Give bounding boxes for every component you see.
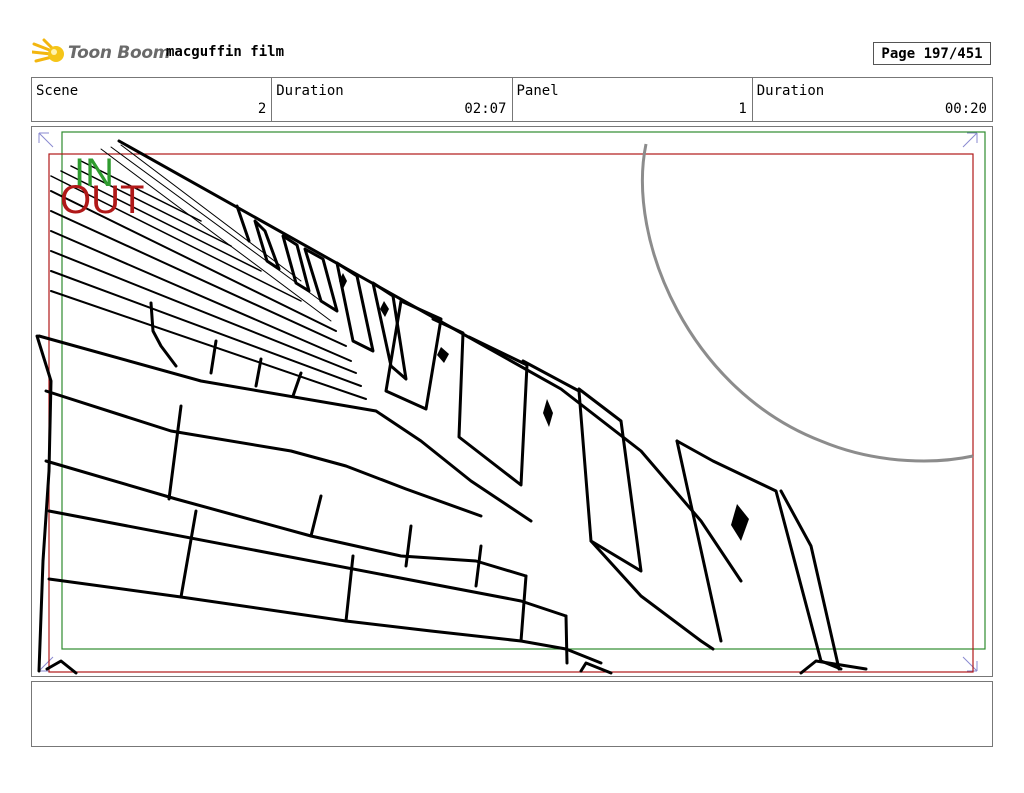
scene-duration-cell: Duration 02:07 (272, 78, 513, 121)
notes-box[interactable] (31, 681, 993, 747)
scene-label: Scene (36, 83, 79, 99)
page-indicator: Page 197/451 (873, 42, 991, 65)
panel-sketch: IN OUT (35, 131, 986, 675)
toon-boom-logo: Toon Boom (32, 37, 170, 69)
stair-sketch (35, 139, 868, 675)
scene-duration-value: 02:07 (464, 101, 507, 117)
project-title: macguffin film (166, 44, 285, 60)
in-frame (61, 131, 986, 650)
out-frame (48, 153, 974, 673)
panel-duration-label: Duration (756, 83, 825, 99)
panel-duration-value: 00:20 (944, 101, 987, 117)
info-bar: Scene 2 Duration 02:07 Panel 1 Duration … (31, 77, 993, 122)
panel-duration-cell: Duration 00:20 (753, 78, 992, 121)
corner-markers (38, 132, 978, 672)
scene-duration-label: Duration (276, 83, 344, 99)
panel-label: Panel (516, 83, 559, 99)
diamond-marks (339, 273, 749, 541)
starburst-logo-icon (32, 38, 64, 63)
brand-name: Toon Boom (68, 43, 171, 63)
scene-value: 2 (257, 101, 267, 117)
out-label: OUT (60, 178, 144, 222)
panel-value: 1 (738, 101, 747, 117)
scene-cell: Scene 2 (32, 78, 273, 121)
panel-cell: Panel 1 (513, 78, 753, 121)
sun-arc (641, 143, 974, 463)
storyboard-panel: IN OUT (31, 126, 993, 677)
